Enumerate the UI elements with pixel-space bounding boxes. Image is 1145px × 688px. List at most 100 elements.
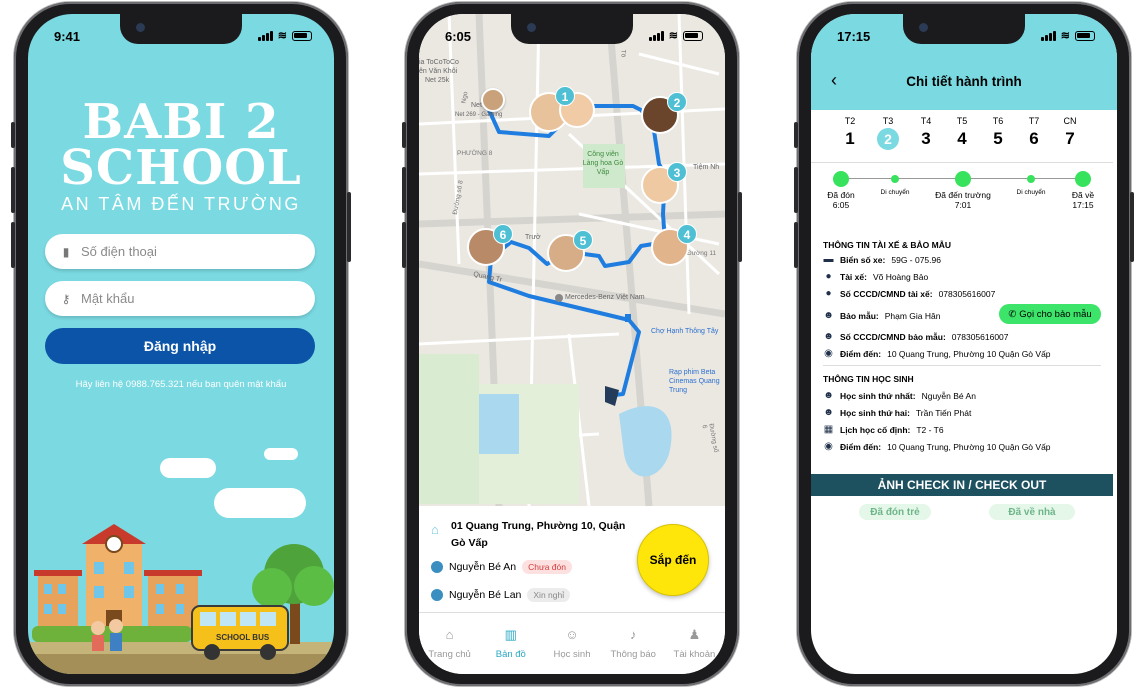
map-screen: 6:05 ≋ ia ToCoToCo ên Văn Khôi Net 25k N… — [419, 14, 725, 674]
timeline-label: Đã đón 6:05 — [827, 190, 855, 210]
timeline-node — [955, 171, 971, 187]
map-label-gaming: Net 269 - Gaming — [455, 112, 503, 118]
location-pin-icon: ◉ — [824, 441, 833, 452]
status-time: 9:41 — [54, 29, 81, 44]
info-row: ▬ Biển số xe: 59G - 075.96 — [823, 254, 941, 265]
student-avatar-icon — [431, 561, 443, 573]
tab-notifications[interactable]: ♪ Thông báo — [603, 613, 664, 674]
call-nanny-button[interactable]: ✆ Gọi cho bảo mẫu — [999, 304, 1101, 324]
student-name: Nguyễn Bé Lan — [449, 589, 522, 601]
trip-timeline: Đã đón 6:05 Di chuyển Đã đến trường 7:01 D… — [811, 171, 1117, 212]
login-screen: 9:41 ≋ BABI 2 SCHOOL AN TÂM ĐẾN TRƯỜNG ▮… — [28, 14, 334, 674]
info-row: ◉ Điểm đến: 10 Quang Trung, Phường 10 Quận… — [824, 441, 1051, 452]
user-icon: ● — [825, 271, 832, 282]
timeline-node — [891, 175, 899, 183]
student-row[interactable]: Nguyễn Bé An Chưa đón — [431, 560, 572, 574]
marker-badge-4: 4 — [677, 224, 697, 244]
student-marker-start[interactable] — [481, 88, 505, 112]
users-icon: ☺ — [565, 627, 579, 642]
map-label-mercedes: Mercedes-Benz Việt Nam — [565, 294, 645, 301]
day-item[interactable]: T4 3 — [911, 116, 941, 149]
phone-trip-detail: ‹ Chi tiết hành trình 17:15 ≋ T2 1 T3 2 T4… — [794, 2, 1134, 686]
bell-icon: ♪ — [629, 627, 637, 642]
status-time: 6:05 — [445, 29, 472, 44]
driver-section-title: THÔNG TIN TÀI XẾ & BẢO MẪU — [823, 240, 951, 250]
arriving-button[interactable]: Sắp đến — [637, 524, 709, 596]
timeline-node — [833, 171, 849, 187]
tab-map[interactable]: ▥ Bản đồ — [480, 613, 541, 674]
checkin-section-title: ẢNH CHECK IN / CHECK OUT — [811, 474, 1113, 496]
password-input[interactable]: ⚷ Mật khẩu — [45, 281, 315, 316]
trip-card: ⌂ 01 Quang Trung, Phường 10, Quận Gò Vấp… — [419, 506, 725, 612]
wifi-icon: ≋ — [1060, 30, 1070, 42]
map-label-ward8: PHƯỜNG 8 — [457, 150, 493, 157]
map-label-market: Chợ Hạnh Thông Tây — [651, 328, 719, 335]
app-logo-line2: SCHOOL — [60, 140, 302, 196]
bus-icon: ▬ — [823, 254, 834, 265]
map-icon: ▥ — [504, 627, 517, 642]
slogan: AN TÂM ĐẾN TRƯỜNG — [61, 194, 301, 214]
users-icon: ☻ — [823, 331, 834, 342]
wifi-icon: ≋ — [668, 30, 678, 42]
cloud-illustration — [264, 448, 298, 460]
battery-icon — [292, 30, 312, 41]
map-label-park: Công viên Làng hoa Gò Vấp — [582, 151, 624, 176]
day-item[interactable]: T7 6 — [1019, 116, 1049, 149]
student-section-title: THÔNG TIN HỌC SINH — [823, 374, 914, 384]
returned-home-button[interactable]: Đã về nhà — [989, 504, 1075, 520]
picked-up-button[interactable]: Đã đón trẻ — [859, 504, 931, 520]
day-item[interactable]: T2 1 — [835, 116, 865, 149]
info-row: ☻ Học sinh thứ nhất: Nguyễn Bé An — [823, 390, 976, 401]
info-row: ● Tài xế: Võ Hoàng Bảo — [823, 271, 928, 282]
info-row: ☻ Số CCCD/CMND bảo mẫu: 078305616007 — [823, 331, 1009, 342]
student-row[interactable]: Nguyễn Bé Lan Xin nghỉ — [431, 588, 571, 602]
timeline-node — [1027, 175, 1035, 183]
phone-icon: ▮ — [62, 244, 70, 259]
map-label-truong: Trườ — [525, 234, 541, 241]
home-icon: ⌂ — [445, 627, 454, 642]
key-icon: ⚷ — [61, 291, 71, 306]
day-item[interactable]: T6 5 — [983, 116, 1013, 149]
home-icon: ⌂ — [431, 522, 439, 537]
tab-label: Thông báo — [610, 649, 656, 660]
route-map[interactable]: ia ToCoToCo ên Văn Khôi Net 25k Net 26 N… — [419, 14, 725, 506]
info-row: ◉ Điểm đến: 10 Quang Trung, Phường 10 Quận… — [824, 348, 1051, 359]
password-placeholder: Mật khẩu — [81, 291, 135, 306]
login-button[interactable]: Đăng nhập — [45, 328, 315, 364]
info-row: ▦ Lịch học cố định: T2 - T6 — [823, 424, 944, 435]
status-badge: Chưa đón — [522, 560, 572, 574]
tab-label: Trang chủ — [428, 649, 471, 660]
signal-icon — [257, 30, 273, 41]
tab-home[interactable]: ⌂ Trang chủ — [419, 613, 480, 674]
calendar-icon: ▦ — [823, 424, 834, 435]
signal-icon — [1040, 30, 1056, 41]
bus-text: SCHOOL BUS — [216, 633, 270, 642]
timeline-label: Di chuyển — [1016, 189, 1046, 196]
phone-icon: ✆ — [1008, 308, 1017, 320]
users-icon: ☻ — [823, 310, 834, 321]
tab-label: Bản đồ — [495, 649, 526, 660]
day-item[interactable]: CN 7 — [1055, 116, 1085, 149]
phone-number-input[interactable]: ▮ Số điện thoại — [45, 234, 315, 269]
timeline-label: Đã về 17:15 — [1071, 190, 1095, 210]
day-item-selected[interactable]: T3 2 — [873, 116, 903, 150]
timeline-label: Đã đến trường 7:01 — [935, 190, 991, 210]
marker-badge-6: 6 — [493, 224, 513, 244]
user-icon: ● — [825, 288, 832, 299]
map-label-tocotoco: ia ToCoToCo — [419, 59, 459, 66]
page-title: Chi tiết hành trình — [906, 74, 1022, 89]
tab-students[interactable]: ☺ Học sinh — [541, 613, 602, 674]
info-row: ● Số CCCD/CMND tài xế: 078305616007 — [823, 288, 995, 299]
marker-badge-5: 5 — [573, 230, 593, 250]
marker-badge-1: 1 — [555, 86, 575, 106]
map-label-van-khoi: ên Văn Khôi — [419, 68, 458, 75]
map-label-speed: Net 25k — [425, 77, 450, 84]
day-item[interactable]: T5 4 — [947, 116, 977, 149]
tab-account[interactable]: ♟ Tài khoản — [664, 613, 725, 674]
phone-login: 9:41 ≋ BABI 2 SCHOOL AN TÂM ĐẾN TRƯỜNG ▮… — [11, 2, 351, 686]
student-avatar-icon — [431, 589, 443, 601]
timeline-node — [1075, 171, 1091, 187]
battery-icon — [683, 30, 703, 41]
forgot-password-hint: Hãy liên hệ 0988.765.321 nếu bạn quên mậ… — [75, 379, 287, 390]
map-label-street11: Đường 11 — [687, 250, 717, 257]
